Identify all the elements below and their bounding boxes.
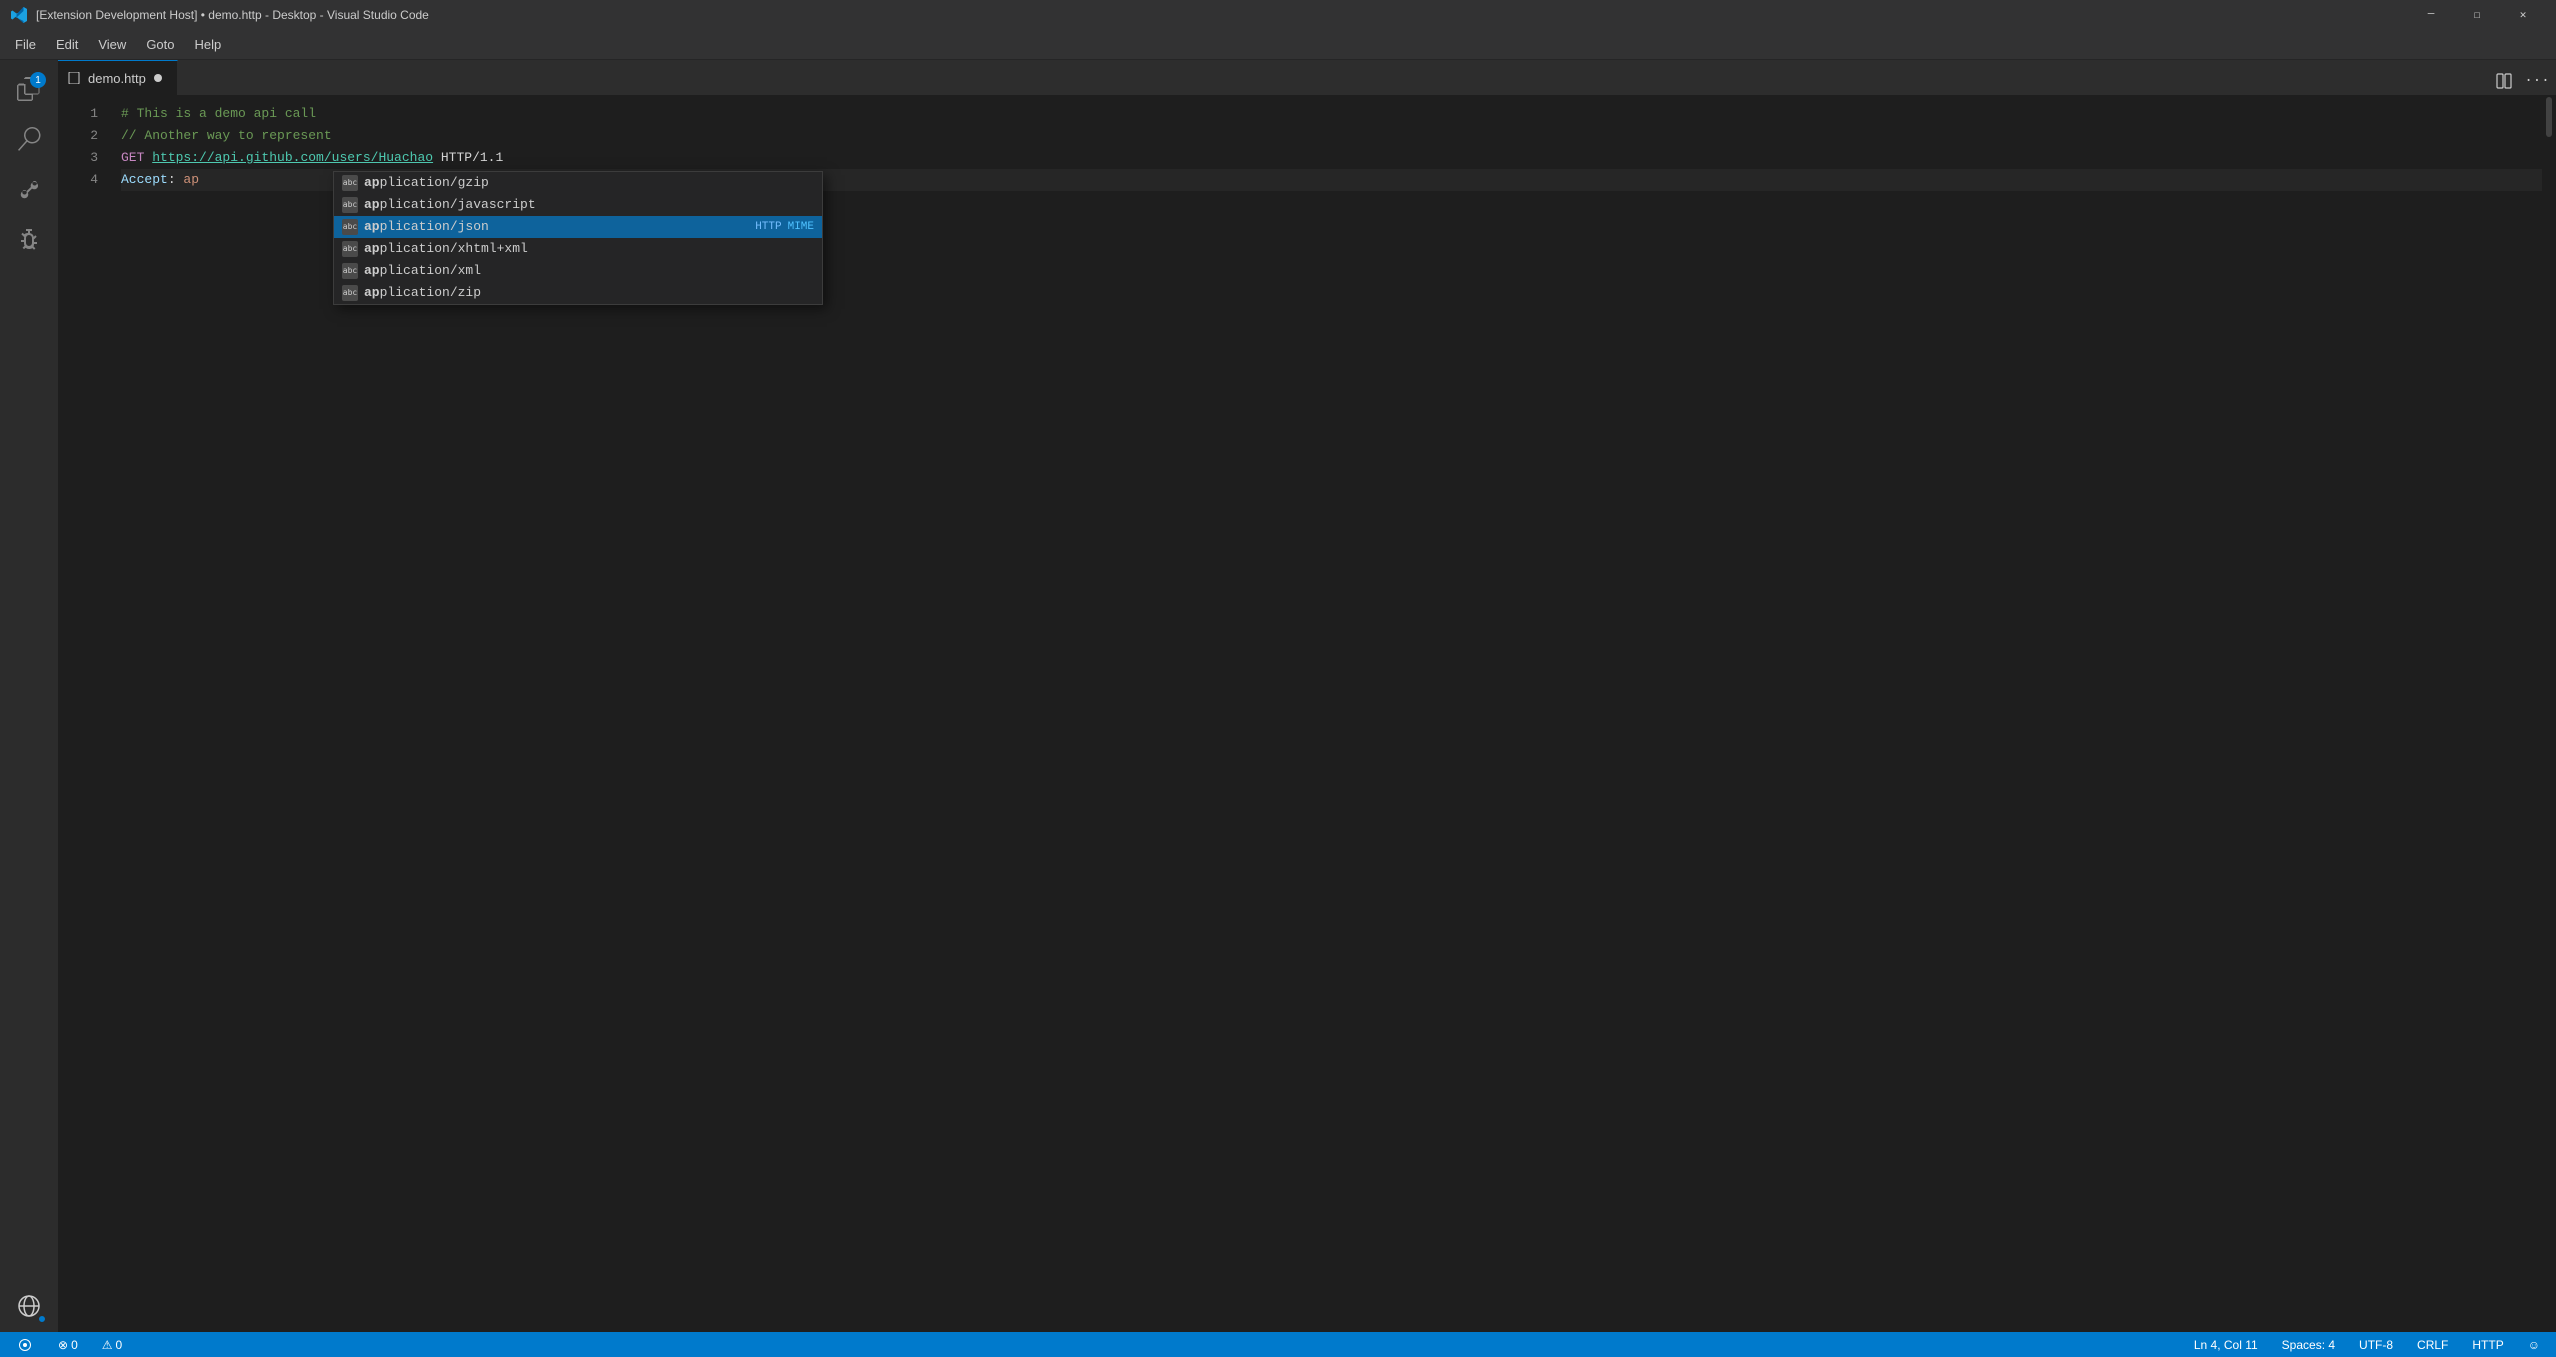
split-editor-button[interactable] [2490,67,2518,95]
titlebar-controls: ─ ☐ ✕ [2408,0,2546,30]
remote-icon [18,1338,32,1352]
titlebar-text: [Extension Development Host] • demo.http… [36,8,429,22]
status-remote[interactable] [10,1332,40,1357]
titlebar: [Extension Development Host] • demo.http… [0,0,2556,30]
ac-item-gzip[interactable]: abc application/gzip [334,172,822,194]
status-encoding[interactable]: UTF-8 [2353,1336,2399,1354]
token-method: GET [121,147,152,169]
remote-badge [37,1314,47,1324]
line-numbers: 1 2 3 4 [58,95,113,1332]
error-count: 0 [71,1338,78,1352]
menu-goto[interactable]: Goto [136,30,184,60]
ac-item-xhtml[interactable]: abc application/xhtml+xml [334,238,822,260]
code-line-3: GET https://api.github.com/users/Huachao… [121,147,2542,169]
activity-search[interactable] [5,115,53,163]
code-line-2: // Another way to represent [121,125,2542,147]
line-number-3: 3 [58,147,98,169]
status-feedback[interactable]: ☺ [2522,1336,2546,1354]
autocomplete-dropdown: abc application/gzip abc application/jav… [333,171,823,305]
ac-item-zip[interactable]: abc application/zip [334,282,822,304]
ac-icon-json: abc [342,219,358,235]
maximize-button[interactable]: ☐ [2454,0,2500,30]
file-icon [68,72,80,84]
ac-icon-javascript: abc [342,197,358,213]
token-protocol: HTTP/1.1 [433,147,503,169]
warning-count: 0 [116,1338,123,1352]
token-header-key: Accept [121,169,168,191]
token-comment-2: // Another way to represent [121,125,332,147]
status-warnings[interactable]: ⚠ 0 [96,1336,128,1354]
ac-text-xml: application/xml [364,260,481,282]
activity-remote[interactable] [5,1282,53,1330]
status-errors[interactable]: ⊗ 0 [52,1336,84,1354]
explorer-badge: 1 [30,72,46,88]
ac-text-javascript: application/javascript [364,194,536,216]
scrollbar-thumb[interactable] [2546,97,2552,137]
ac-icon-gzip: abc [342,175,358,191]
ac-text-xhtml: application/xhtml+xml [364,238,528,260]
menu-view[interactable]: View [88,30,136,60]
ac-icon-xml: abc [342,263,358,279]
activity-bar: 1 [0,60,58,1332]
menu-help[interactable]: Help [185,30,232,60]
activity-source-control[interactable] [5,165,53,213]
activity-explorer[interactable]: 1 [5,65,53,113]
more-actions-button[interactable]: ··· [2523,67,2551,95]
ac-item-javascript[interactable]: abc application/javascript [334,194,822,216]
scrollbar-area[interactable] [2542,95,2556,1332]
ac-text-json: application/json [364,216,489,238]
status-spaces[interactable]: Spaces: 4 [2276,1336,2341,1354]
line-number-4: 4 [58,169,98,191]
ac-label-http: HTTP [755,216,781,238]
ac-icon-zip: abc [342,285,358,301]
status-line-ending[interactable]: CRLF [2411,1336,2454,1354]
tab-filename: demo.http [88,71,146,86]
editor-area: demo.http ··· 1 2 3 4 [58,60,2556,1332]
token-url: https://api.github.com/users/Huachao [152,147,433,169]
line-number-1: 1 [58,103,98,125]
menubar: File Edit View Goto Help [0,30,2556,60]
ac-icon-xhtml: abc [342,241,358,257]
editor-content: 1 2 3 4 # This is a demo api call // Ano… [58,95,2556,1332]
ac-item-xml[interactable]: abc application/xml [334,260,822,282]
tab-actions: ··· [2490,67,2556,95]
code-line-1: # This is a demo api call [121,103,2542,125]
menu-file[interactable]: File [5,30,46,60]
status-language[interactable]: HTTP [2466,1336,2509,1354]
ac-text-gzip: application/gzip [364,172,489,194]
activity-debug[interactable] [5,215,53,263]
status-bar: ⊗ 0 ⚠ 0 Ln 4, Col 11 Spaces: 4 UTF-8 CRL… [0,1332,2556,1357]
tab-demo-http[interactable]: demo.http [58,60,178,95]
close-button[interactable]: ✕ [2500,0,2546,30]
line-number-2: 2 [58,125,98,147]
tab-modified-dot [154,74,162,82]
error-icon: ⊗ [58,1338,68,1352]
minimize-button[interactable]: ─ [2408,0,2454,30]
ac-text-zip: application/zip [364,282,481,304]
vscode-icon [10,6,28,24]
ac-label-mime: MIME [788,216,814,238]
menu-edit[interactable]: Edit [46,30,88,60]
token-header-val: ap [183,169,199,191]
warning-icon: ⚠ [102,1338,113,1352]
token-comment-1: # This is a demo api call [121,103,316,125]
status-position[interactable]: Ln 4, Col 11 [2188,1336,2264,1354]
tab-bar: demo.http ··· [58,60,2556,95]
code-area[interactable]: # This is a demo api call // Another way… [113,95,2542,1332]
ac-item-json[interactable]: abc application/json HTTP MIME [334,216,822,238]
status-left: ⊗ 0 ⚠ 0 [10,1332,128,1357]
main-layout: 1 [0,60,2556,1332]
status-right: Ln 4, Col 11 Spaces: 4 UTF-8 CRLF HTTP ☺ [2188,1336,2546,1354]
smiley-icon: ☺ [2528,1338,2540,1352]
token-colon: : [168,169,184,191]
